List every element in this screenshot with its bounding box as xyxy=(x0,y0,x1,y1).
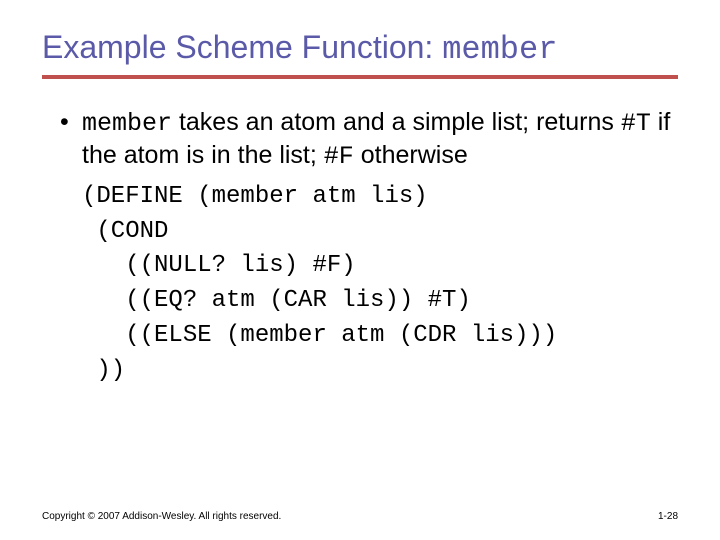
bullet-text-1: takes an atom and a simple list; returns xyxy=(172,108,621,136)
code-line: ((NULL? lis) #F) xyxy=(82,249,678,284)
code-block: (DEFINE (member atm lis) (COND ((NULL? l… xyxy=(82,180,678,389)
code-line: ((EQ? atm (CAR lis)) #T) xyxy=(82,284,678,319)
bullet-list: member takes an atom and a simple list; … xyxy=(60,107,678,172)
code-line: (DEFINE (member atm lis) xyxy=(82,180,678,215)
title-prefix: Example Scheme Function: xyxy=(42,29,442,65)
bullet-code-1: member xyxy=(82,109,172,138)
bullet-text-3: otherwise xyxy=(354,141,468,169)
slide-title: Example Scheme Function: member xyxy=(42,28,678,69)
page-number: 1-28 xyxy=(658,511,678,522)
copyright-footer: Copyright © 2007 Addison-Wesley. All rig… xyxy=(42,511,281,522)
title-divider xyxy=(42,75,678,79)
code-line: (COND xyxy=(82,215,678,250)
bullet-code-3: #F xyxy=(324,142,354,171)
code-line: ((ELSE (member atm (CDR lis))) xyxy=(82,319,678,354)
title-code: member xyxy=(442,31,557,68)
bullet-code-2: #T xyxy=(621,109,651,138)
bullet-item: member takes an atom and a simple list; … xyxy=(60,107,678,172)
slide: Example Scheme Function: member member t… xyxy=(0,0,720,540)
code-line: )) xyxy=(82,354,678,389)
